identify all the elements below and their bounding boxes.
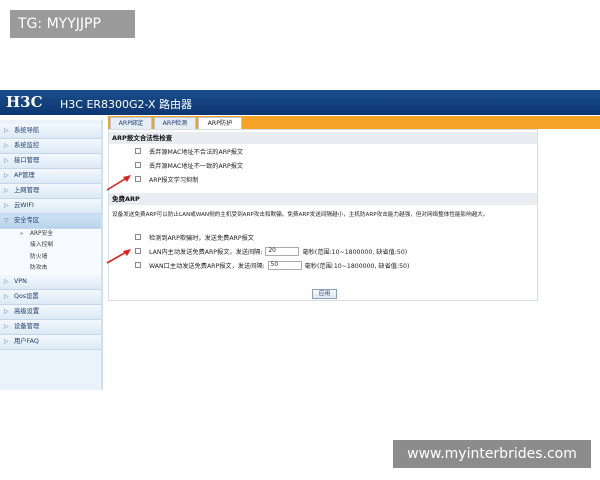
double-chevron-icon: » — [20, 231, 24, 237]
chevron-right-icon: ▷ — [4, 172, 9, 179]
nav-item-label: 接口管理 — [14, 157, 40, 164]
nav-item-ap[interactable]: ▷ AP管理 — [0, 169, 101, 184]
nav-sub-label: 接入控制 — [30, 242, 54, 249]
wan-interval-unit: 毫秒(范围:10~1800000, 缺省值:50) — [304, 263, 410, 270]
tab-bar: ARP绑定 ARP检测 ARP防护 — [108, 116, 600, 129]
tab-arp-detection[interactable]: ARP检测 — [154, 117, 196, 129]
nav-item-interface[interactable]: ▷ 接口管理 — [0, 154, 101, 169]
nav-sub-label: 防火墙 — [30, 253, 48, 260]
option-label: 丢弃源MAC地址不合法的ARP报文 — [149, 149, 244, 156]
checkbox-wan-send[interactable] — [135, 262, 141, 268]
chevron-right-icon: ▷ — [4, 322, 9, 330]
chevron-right-icon: ▷ — [4, 337, 9, 345]
option-label: 丢弃源MAC地址不一致的ARP报文 — [149, 163, 244, 170]
nav-item-device[interactable]: ▷ 设备管理 — [0, 319, 101, 335]
nav-item-label: 用户FAQ — [14, 337, 39, 345]
red-arrow-annotation-2 — [106, 249, 131, 264]
left-navigation: ▷ 系统导航 ▷ 系统监控 ▷ 接口管理 ▷ AP管理 ▷ 上网管理 ▷ 云WIFI ▽ 安全… — [0, 120, 103, 390]
product-title: H3C ER8300G2-X 路由器 — [60, 98, 193, 111]
nav-sub-firewall[interactable]: 防火墙 — [0, 251, 101, 264]
lan-interval-unit: 毫秒(范围:10~1800000, 缺省值:50) — [302, 249, 408, 256]
chevron-right-icon: ▷ — [4, 142, 9, 149]
nav-item-label: 系统监控 — [14, 142, 40, 149]
nav-item-qos[interactable]: ▷ Qos设置 — [0, 289, 101, 305]
option-lan-send: LAN内主动发送免费ARP报文，发送间隔: 20 毫秒(范围:10~1800000,… — [135, 246, 408, 258]
nav-item-security[interactable]: ▽ 安全专区 — [0, 214, 101, 229]
tab-arp-protection[interactable]: ARP防护 — [198, 117, 242, 129]
section-title-arp-check: ARP报文合法性检查 — [109, 132, 537, 144]
chevron-right-icon: ▷ — [4, 277, 9, 285]
checkbox-drop-invalid-mac[interactable] — [135, 148, 141, 154]
checkbox-send-on-spoof[interactable] — [135, 234, 141, 240]
nav-item-label: Qos设置 — [14, 292, 39, 300]
nav-item-cloud-wifi[interactable]: ▷ 云WIFI — [0, 199, 101, 214]
option-send-on-spoof: 检测到ARP欺骗时，发送免费ARP报文 — [135, 233, 254, 244]
h3c-logo: H3C — [6, 93, 43, 111]
gratuitous-arp-description: 设备发送免费ARP可以防止LAN或WAN侧的主机受到ARP攻击和欺骗。免费ARP… — [112, 212, 489, 218]
chevron-right-icon: ▷ — [4, 202, 9, 209]
option-drop-inconsistent-mac: 丢弃源MAC地址不一致的ARP报文 — [135, 161, 243, 172]
nav-sub-anti-attack[interactable]: 防攻击 — [0, 263, 101, 275]
wan-interval-input[interactable]: 50 — [267, 260, 302, 270]
lan-interval-input[interactable]: 20 — [265, 246, 300, 256]
nav-item-system-nav[interactable]: ▷ 系统导航 — [0, 124, 101, 139]
nav-item-advanced[interactable]: ▷ 高级设置 — [0, 304, 101, 320]
nav-item-faq[interactable]: ▷ 用户FAQ — [0, 334, 101, 350]
red-arrow-annotation-1 — [106, 175, 131, 191]
chevron-right-icon: ▷ — [4, 307, 9, 315]
chevron-right-icon: ▷ — [4, 127, 9, 134]
option-label: LAN内主动发送免费ARP报文，发送间隔: — [149, 249, 263, 256]
nav-item-vpn[interactable]: ▷ VPN — [0, 274, 101, 290]
router-admin-window: H3C H3C ER8300G2-X 路由器 ▷ 系统导航 ▷ 系统监控 ▷ 接口管理… — [0, 90, 600, 390]
nav-sub-arp-security[interactable]: » ARP安全 — [0, 229, 101, 241]
apply-button[interactable]: 应用 — [312, 289, 337, 299]
checkbox-lan-send[interactable] — [135, 248, 141, 254]
checkbox-drop-inconsistent-mac[interactable] — [135, 162, 141, 168]
nav-item-system-monitor[interactable]: ▷ 系统监控 — [0, 139, 101, 154]
chevron-down-icon: ▽ — [4, 217, 9, 224]
nav-item-label: 设备管理 — [14, 322, 40, 330]
nav-item-label: AP管理 — [14, 172, 35, 179]
nav-item-label: VPN — [14, 277, 27, 285]
nav-item-label: 高级设置 — [14, 307, 40, 315]
option-arp-learning-suppress: ARP报文学习抑制 — [135, 175, 198, 186]
nav-sub-label: ARP安全 — [30, 231, 54, 237]
chevron-right-icon: ▷ — [4, 187, 9, 194]
option-drop-invalid-mac: 丢弃源MAC地址不合法的ARP报文 — [135, 147, 243, 158]
nav-item-internet[interactable]: ▷ 上网管理 — [0, 184, 101, 199]
nav-item-label: 云WIFI — [14, 202, 34, 209]
arp-protection-panel: ARP报文合法性检查 丢弃源MAC地址不合法的ARP报文 丢弃源MAC地址不一致… — [108, 129, 538, 301]
watermark-bottom-right: www.myinterbrides.com — [393, 440, 591, 468]
nav-sub-access-control[interactable]: 接入控制 — [0, 240, 101, 252]
nav-sub-label: 防攻击 — [30, 265, 48, 272]
checkbox-arp-learning-suppress[interactable] — [135, 176, 141, 182]
nav-item-label: 上网管理 — [14, 187, 40, 194]
option-label: ARP报文学习抑制 — [149, 177, 199, 184]
nav-item-label: 系统导航 — [14, 127, 40, 134]
chevron-right-icon: ▷ — [4, 292, 9, 300]
watermark-top-left: TG: MYYJJPP — [10, 10, 135, 38]
chevron-right-icon: ▷ — [4, 157, 9, 164]
nav-item-label: 安全专区 — [14, 217, 40, 224]
top-header: H3C H3C ER8300G2-X 路由器 — [0, 90, 600, 115]
option-wan-send: WAN口主动发送免费ARP报文，发送间隔: 50 毫秒(范围:10~1800000,… — [135, 260, 410, 272]
tab-arp-binding[interactable]: ARP绑定 — [110, 117, 152, 129]
option-label: WAN口主动发送免费ARP报文，发送间隔: — [149, 263, 265, 270]
section-title-gratuitous-arp: 免费ARP — [109, 193, 537, 205]
option-label: 检测到ARP欺骗时，发送免费ARP报文 — [149, 235, 254, 242]
